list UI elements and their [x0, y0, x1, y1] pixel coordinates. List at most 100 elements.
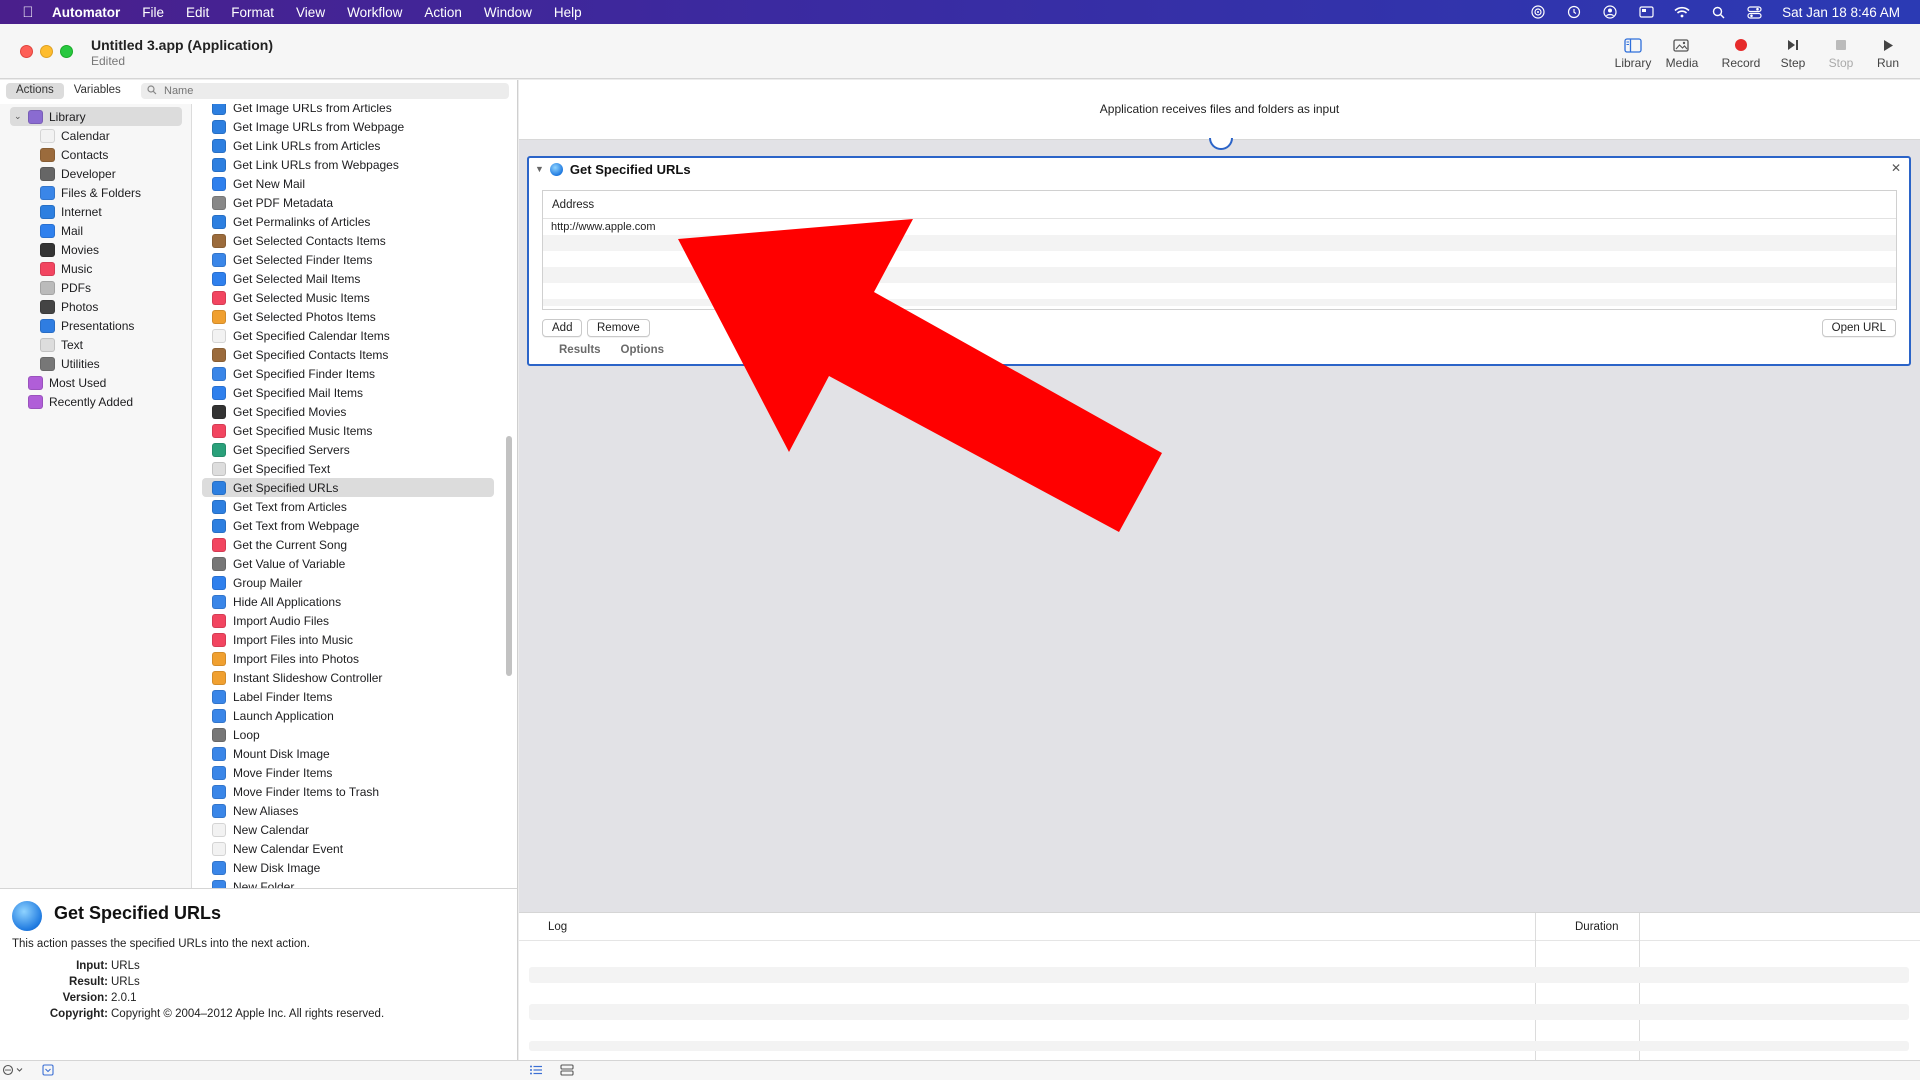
sidebar-item-utilities[interactable]: Utilities [0, 354, 190, 373]
open-url-button[interactable]: Open URL [1821, 319, 1896, 337]
menu-workflow[interactable]: Workflow [347, 5, 402, 20]
sidebar-item-presentations[interactable]: Presentations [0, 316, 190, 335]
sidebar-item-recently-added[interactable]: Recently Added [0, 392, 190, 411]
menu-app[interactable]: Automator [52, 5, 120, 20]
list-item[interactable]: Group Mailer [202, 573, 494, 592]
url-row[interactable]: http://www.apple.com [543, 219, 1896, 235]
wifi-icon[interactable] [1674, 5, 1690, 19]
list-item[interactable]: Get PDF Metadata [202, 193, 494, 212]
step-button[interactable]: Step [1768, 34, 1818, 70]
search-input[interactable] [164, 85, 484, 97]
airdrop-icon[interactable] [1530, 5, 1546, 19]
description-toggle-icon[interactable] [42, 1064, 54, 1079]
library-button[interactable]: Library [1608, 34, 1658, 70]
list-item[interactable]: Get Selected Contacts Items [202, 231, 494, 250]
sidebar-item-music[interactable]: Music [0, 259, 190, 278]
list-item[interactable]: Move Finder Items to Trash [202, 782, 494, 801]
sidebar-item-pdfs[interactable]: PDFs [0, 278, 190, 297]
url-table[interactable]: Address http://www.apple.com [542, 190, 1897, 310]
list-item[interactable]: Get Specified Finder Items [202, 364, 494, 383]
list-item[interactable]: Get Selected Finder Items [202, 250, 494, 269]
sidebar-item-calendar[interactable]: Calendar [0, 126, 190, 145]
list-item[interactable]: New Calendar Event [202, 839, 494, 858]
minimize-window-button[interactable] [40, 45, 53, 58]
control-center-icon[interactable] [1746, 5, 1762, 19]
tab-options[interactable]: Options [621, 344, 664, 356]
user-icon[interactable] [1602, 5, 1618, 19]
sidebar-item-photos[interactable]: Photos [0, 297, 190, 316]
list-item[interactable]: Get Specified Text [202, 459, 494, 478]
list-item[interactable]: Get Specified URLs [202, 478, 494, 497]
list-item[interactable]: Move Finder Items [202, 763, 494, 782]
list-item[interactable]: Hide All Applications [202, 592, 494, 611]
list-item[interactable]: Get the Current Song [202, 535, 494, 554]
sidebar-item-movies[interactable]: Movies [0, 240, 190, 259]
record-button[interactable]: Record [1716, 34, 1766, 70]
menu-edit[interactable]: Edit [186, 5, 209, 20]
list-item[interactable]: Get Specified Music Items [202, 421, 494, 440]
sidebar-item-mail[interactable]: Mail [0, 221, 190, 240]
list-item[interactable]: New Calendar [202, 820, 494, 839]
run-button[interactable]: Run [1863, 34, 1913, 70]
disclosure-chevron-icon[interactable]: ⌄ [14, 111, 22, 122]
sidebar-item-text[interactable]: Text [0, 335, 190, 354]
list-view-icon[interactable] [529, 1064, 543, 1079]
list-item[interactable]: Get New Mail [202, 174, 494, 193]
menu-file[interactable]: File [142, 5, 164, 20]
spotlight-icon[interactable] [1710, 5, 1726, 19]
duration-column-header[interactable]: Duration [1575, 921, 1618, 933]
list-item[interactable]: Get Specified Servers [202, 440, 494, 459]
list-item[interactable]: Get Permalinks of Articles [202, 212, 494, 231]
sidebar-item-library[interactable]: ⌄ Library [0, 107, 190, 126]
list-item[interactable]: Get Selected Mail Items [202, 269, 494, 288]
log-column-header[interactable]: Log [548, 921, 567, 933]
list-item[interactable]: Loop [202, 725, 494, 744]
sidebar-item-contacts[interactable]: Contacts [0, 145, 190, 164]
list-item[interactable]: New Aliases [202, 801, 494, 820]
sidebar-item-internet[interactable]: Internet [0, 202, 190, 221]
list-item[interactable]: Get Image URLs from Articles [202, 104, 494, 117]
list-item[interactable]: Import Files into Music [202, 630, 494, 649]
list-item[interactable]: Get Text from Webpage [202, 516, 494, 535]
clock-text[interactable]: Sat Jan 18 8:46 AM [1782, 5, 1900, 20]
close-icon[interactable]: ✕ [1891, 161, 1901, 175]
list-item[interactable]: Get Link URLs from Webpages [202, 155, 494, 174]
media-button[interactable]: Media [1657, 34, 1707, 70]
menu-format[interactable]: Format [231, 5, 274, 20]
action-menu-icon[interactable] [2, 1064, 26, 1079]
list-item[interactable]: Get Value of Variable [202, 554, 494, 573]
list-item[interactable]: New Folder [202, 877, 494, 888]
stop-button[interactable]: Stop [1816, 34, 1866, 70]
apple-menu-icon[interactable]:  [18, 4, 38, 21]
remove-button[interactable]: Remove [587, 319, 650, 337]
sidebar-item-most-used[interactable]: Most Used [0, 373, 190, 392]
list-item[interactable]: Get Text from Articles [202, 497, 494, 516]
list-item[interactable]: New Disk Image [202, 858, 494, 877]
screen-icon[interactable] [1638, 5, 1654, 19]
close-window-button[interactable] [20, 45, 33, 58]
time-machine-icon[interactable] [1566, 5, 1582, 19]
url-column-header[interactable]: Address [543, 191, 1896, 219]
tab-variables[interactable]: Variables [64, 83, 131, 99]
menu-action[interactable]: Action [424, 5, 462, 20]
list-item[interactable]: Get Selected Photos Items [202, 307, 494, 326]
list-item[interactable]: Import Files into Photos [202, 649, 494, 668]
action-card-get-specified-urls[interactable]: ▼ Get Specified URLs ✕ Address http://ww… [527, 156, 1911, 366]
zoom-window-button[interactable] [60, 45, 73, 58]
add-button[interactable]: Add [542, 319, 583, 337]
sidebar-item-files-folders[interactable]: Files & Folders [0, 183, 190, 202]
list-item[interactable]: Instant Slideshow Controller [202, 668, 494, 687]
list-item[interactable]: Get Specified Movies [202, 402, 494, 421]
disclosure-chevron-icon[interactable]: ▼ [535, 164, 544, 174]
list-item[interactable]: Get Selected Music Items [202, 288, 494, 307]
list-item[interactable]: Get Image URLs from Webpage [202, 117, 494, 136]
tab-results[interactable]: Results [559, 344, 601, 356]
list-item[interactable]: Launch Application [202, 706, 494, 725]
list-item[interactable]: Import Audio Files [202, 611, 494, 630]
list-item[interactable]: Get Specified Calendar Items [202, 326, 494, 345]
sidebar-item-developer[interactable]: Developer [0, 164, 190, 183]
list-item[interactable]: Get Specified Contacts Items [202, 345, 494, 364]
list-item[interactable]: Mount Disk Image [202, 744, 494, 763]
menu-help[interactable]: Help [554, 5, 582, 20]
list-item[interactable]: Get Link URLs from Articles [202, 136, 494, 155]
